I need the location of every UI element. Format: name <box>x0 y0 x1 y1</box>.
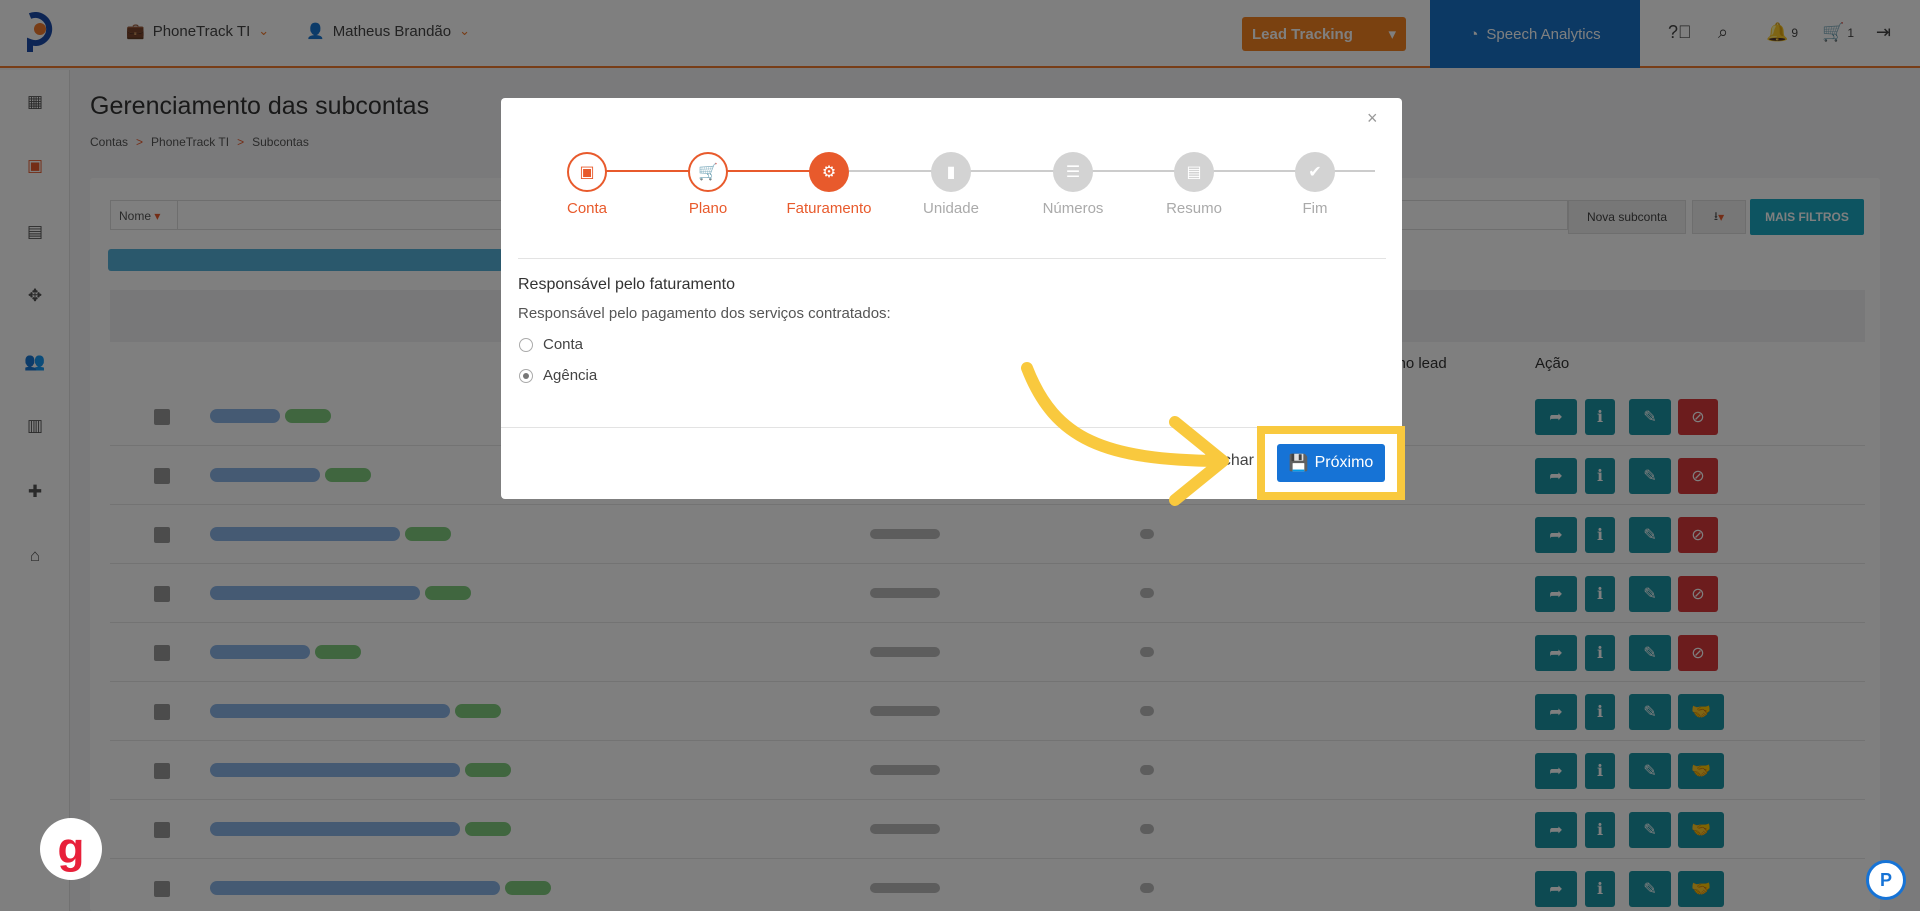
next-button[interactable]: 💾 Próximo <box>1277 444 1385 482</box>
step-faturamento[interactable]: ⚙ Faturamento <box>769 152 889 217</box>
step-fim: ✔ Fim <box>1255 152 1375 217</box>
radio-option-conta[interactable]: Conta <box>519 336 583 353</box>
close-icon[interactable]: × <box>1367 108 1378 129</box>
step-unidade: ▮ Unidade <box>891 152 1011 217</box>
step-numeros: ☰ Números <box>1013 152 1133 217</box>
check-icon: ✔ <box>1295 152 1335 192</box>
radio-option-agencia[interactable]: Agência <box>519 367 597 384</box>
gears-icon: ⚙ <box>809 152 849 192</box>
radio-button[interactable] <box>519 337 533 352</box>
section-description: Responsável pelo pagamento dos serviços … <box>518 305 891 322</box>
save-icon: 💾 <box>1288 455 1309 472</box>
step-resumo: ▤ Resumo <box>1134 152 1254 217</box>
guide-widget-icon[interactable]: g <box>40 818 102 880</box>
tutorial-arrow-icon <box>1021 362 1229 506</box>
radio-button[interactable] <box>519 368 533 383</box>
briefcase-icon: ▣ <box>567 152 607 192</box>
cart-icon: 🛒 <box>688 152 728 192</box>
step-conta[interactable]: ▣ Conta <box>527 152 647 217</box>
support-chat-icon[interactable]: P <box>1866 860 1906 900</box>
section-title: Responsável pelo faturamento <box>518 276 736 293</box>
divider <box>518 258 1386 259</box>
document-icon: ▤ <box>1174 152 1214 192</box>
building-icon: ▮ <box>931 152 971 192</box>
step-plano[interactable]: 🛒 Plano <box>648 152 768 217</box>
list-icon: ☰ <box>1053 152 1093 192</box>
